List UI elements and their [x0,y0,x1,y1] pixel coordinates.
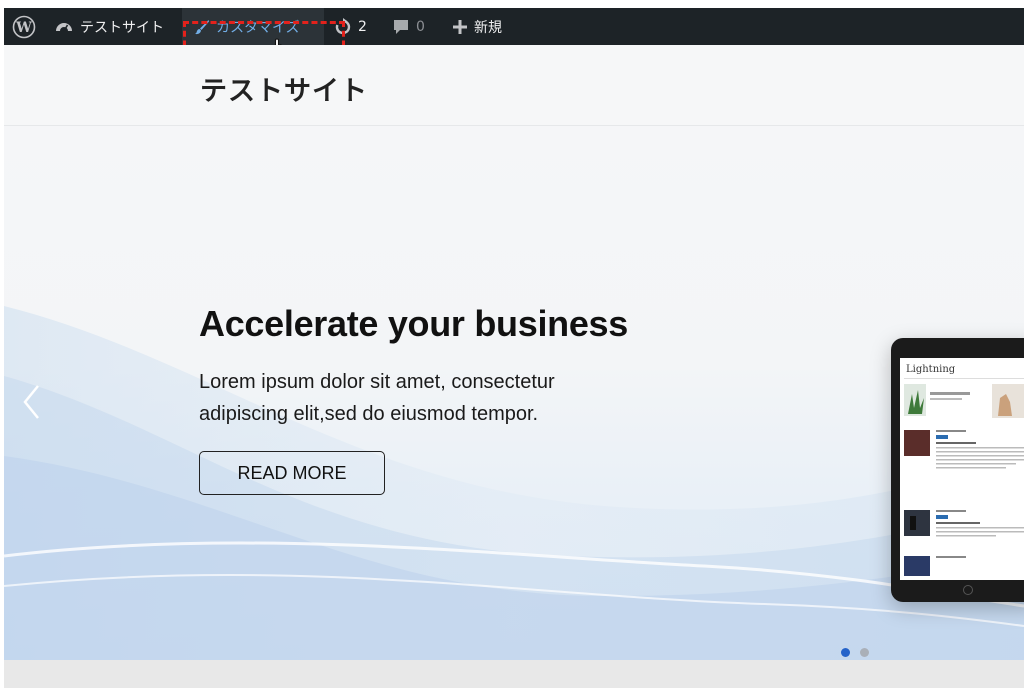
dashboard-gauge-icon [56,22,72,31]
tablet-home-button [963,585,973,595]
site-name-menu[interactable]: テストサイト [54,8,164,45]
next-section-strip [4,660,1024,688]
hero-title: Accelerate your business [199,303,629,344]
comment-bubble-icon [394,19,408,34]
tablet-mockup-image: Lightning [891,338,1024,602]
plus-icon [453,19,467,34]
tablet-screen-content [904,378,1024,576]
wordpress-icon: W [12,15,36,38]
site-title[interactable]: テストサイト [200,69,368,108]
comments-count: 0 [416,18,425,35]
new-content-menu[interactable]: 新規 [452,8,502,45]
svg-text:W: W [15,20,32,36]
hero-text: Lorem ipsum dolor sit amet, consectetur … [199,371,555,425]
hero-slider: Accelerate your business Lorem ipsum dol… [4,126,1024,660]
wordpress-logo-menu[interactable]: W [12,8,38,45]
slider-dot-2[interactable] [860,648,869,657]
updates-count: 2 [358,18,367,35]
admin-bar: W テストサイト カスタマイズ 2 0 新規 [4,8,1024,45]
slider-dot-1[interactable] [841,648,850,657]
site-header: テストサイト [4,45,1024,126]
new-label: 新規 [474,19,502,36]
site-name-label: テストサイト [80,19,164,36]
slider-prev-arrow-icon[interactable] [22,384,42,420]
read-more-button[interactable]: READ MORE [199,451,385,495]
browser-viewport: W テストサイト カスタマイズ 2 0 新規 テストサイト Accelerate… [4,8,1024,688]
comments-menu[interactable]: 0 [392,8,425,45]
tablet-screen: Lightning [900,358,1024,580]
